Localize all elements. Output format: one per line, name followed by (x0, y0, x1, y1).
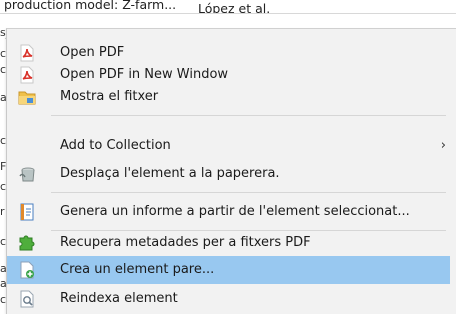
pdf-icon (18, 66, 36, 84)
menu-item-generate-report[interactable]: Genera un informe a partir de l'element … (7, 198, 450, 226)
menu-item-label: Recupera metadades per a fitxers PDF (60, 235, 311, 250)
report-icon (18, 203, 36, 221)
menu-separator (51, 192, 446, 193)
trash-icon (18, 165, 36, 183)
menu-item-label: Crea un element pare... (60, 262, 215, 277)
context-menu: Open PDF Open PDF in New Window Mostra e… (6, 28, 456, 314)
menu-item-retrieve-pdf-metadata[interactable]: Recupera metadades per a fitxers PDF (7, 229, 450, 257)
menu-item-label: Mostra el fitxer (60, 89, 159, 104)
chevron-right-icon: › (440, 138, 446, 153)
pdf-icon (18, 44, 36, 62)
menu-item-label: Add to Collection (60, 138, 171, 153)
row-title: production model: Z-farm... (4, 0, 177, 12)
reindex-icon (18, 290, 36, 308)
menu-item-move-to-trash[interactable]: Desplaça l'element a la paperera. (7, 160, 450, 188)
menu-item-reindex[interactable]: Reindexa element (7, 285, 450, 313)
folder-icon (18, 88, 36, 106)
menu-item-label: Desplaça l'element a la paperera. (60, 166, 280, 181)
menu-item-label: Reindexa element (60, 291, 178, 306)
menu-item-show-file[interactable]: Mostra el fitxer (7, 83, 450, 111)
background-list-row[interactable]: production model: Z-farm... López et al. (0, 0, 456, 14)
menu-item-label: Genera un informe a partir de l'element … (60, 204, 410, 219)
menu-separator (51, 115, 446, 116)
new-parent-icon (18, 261, 36, 279)
menu-item-add-to-collection[interactable]: Add to Collection › (7, 132, 450, 160)
menu-item-create-parent[interactable]: Crea un element pare... (7, 256, 450, 284)
row-authors: López et al. (197, 1, 271, 14)
puzzle-icon (18, 234, 36, 252)
